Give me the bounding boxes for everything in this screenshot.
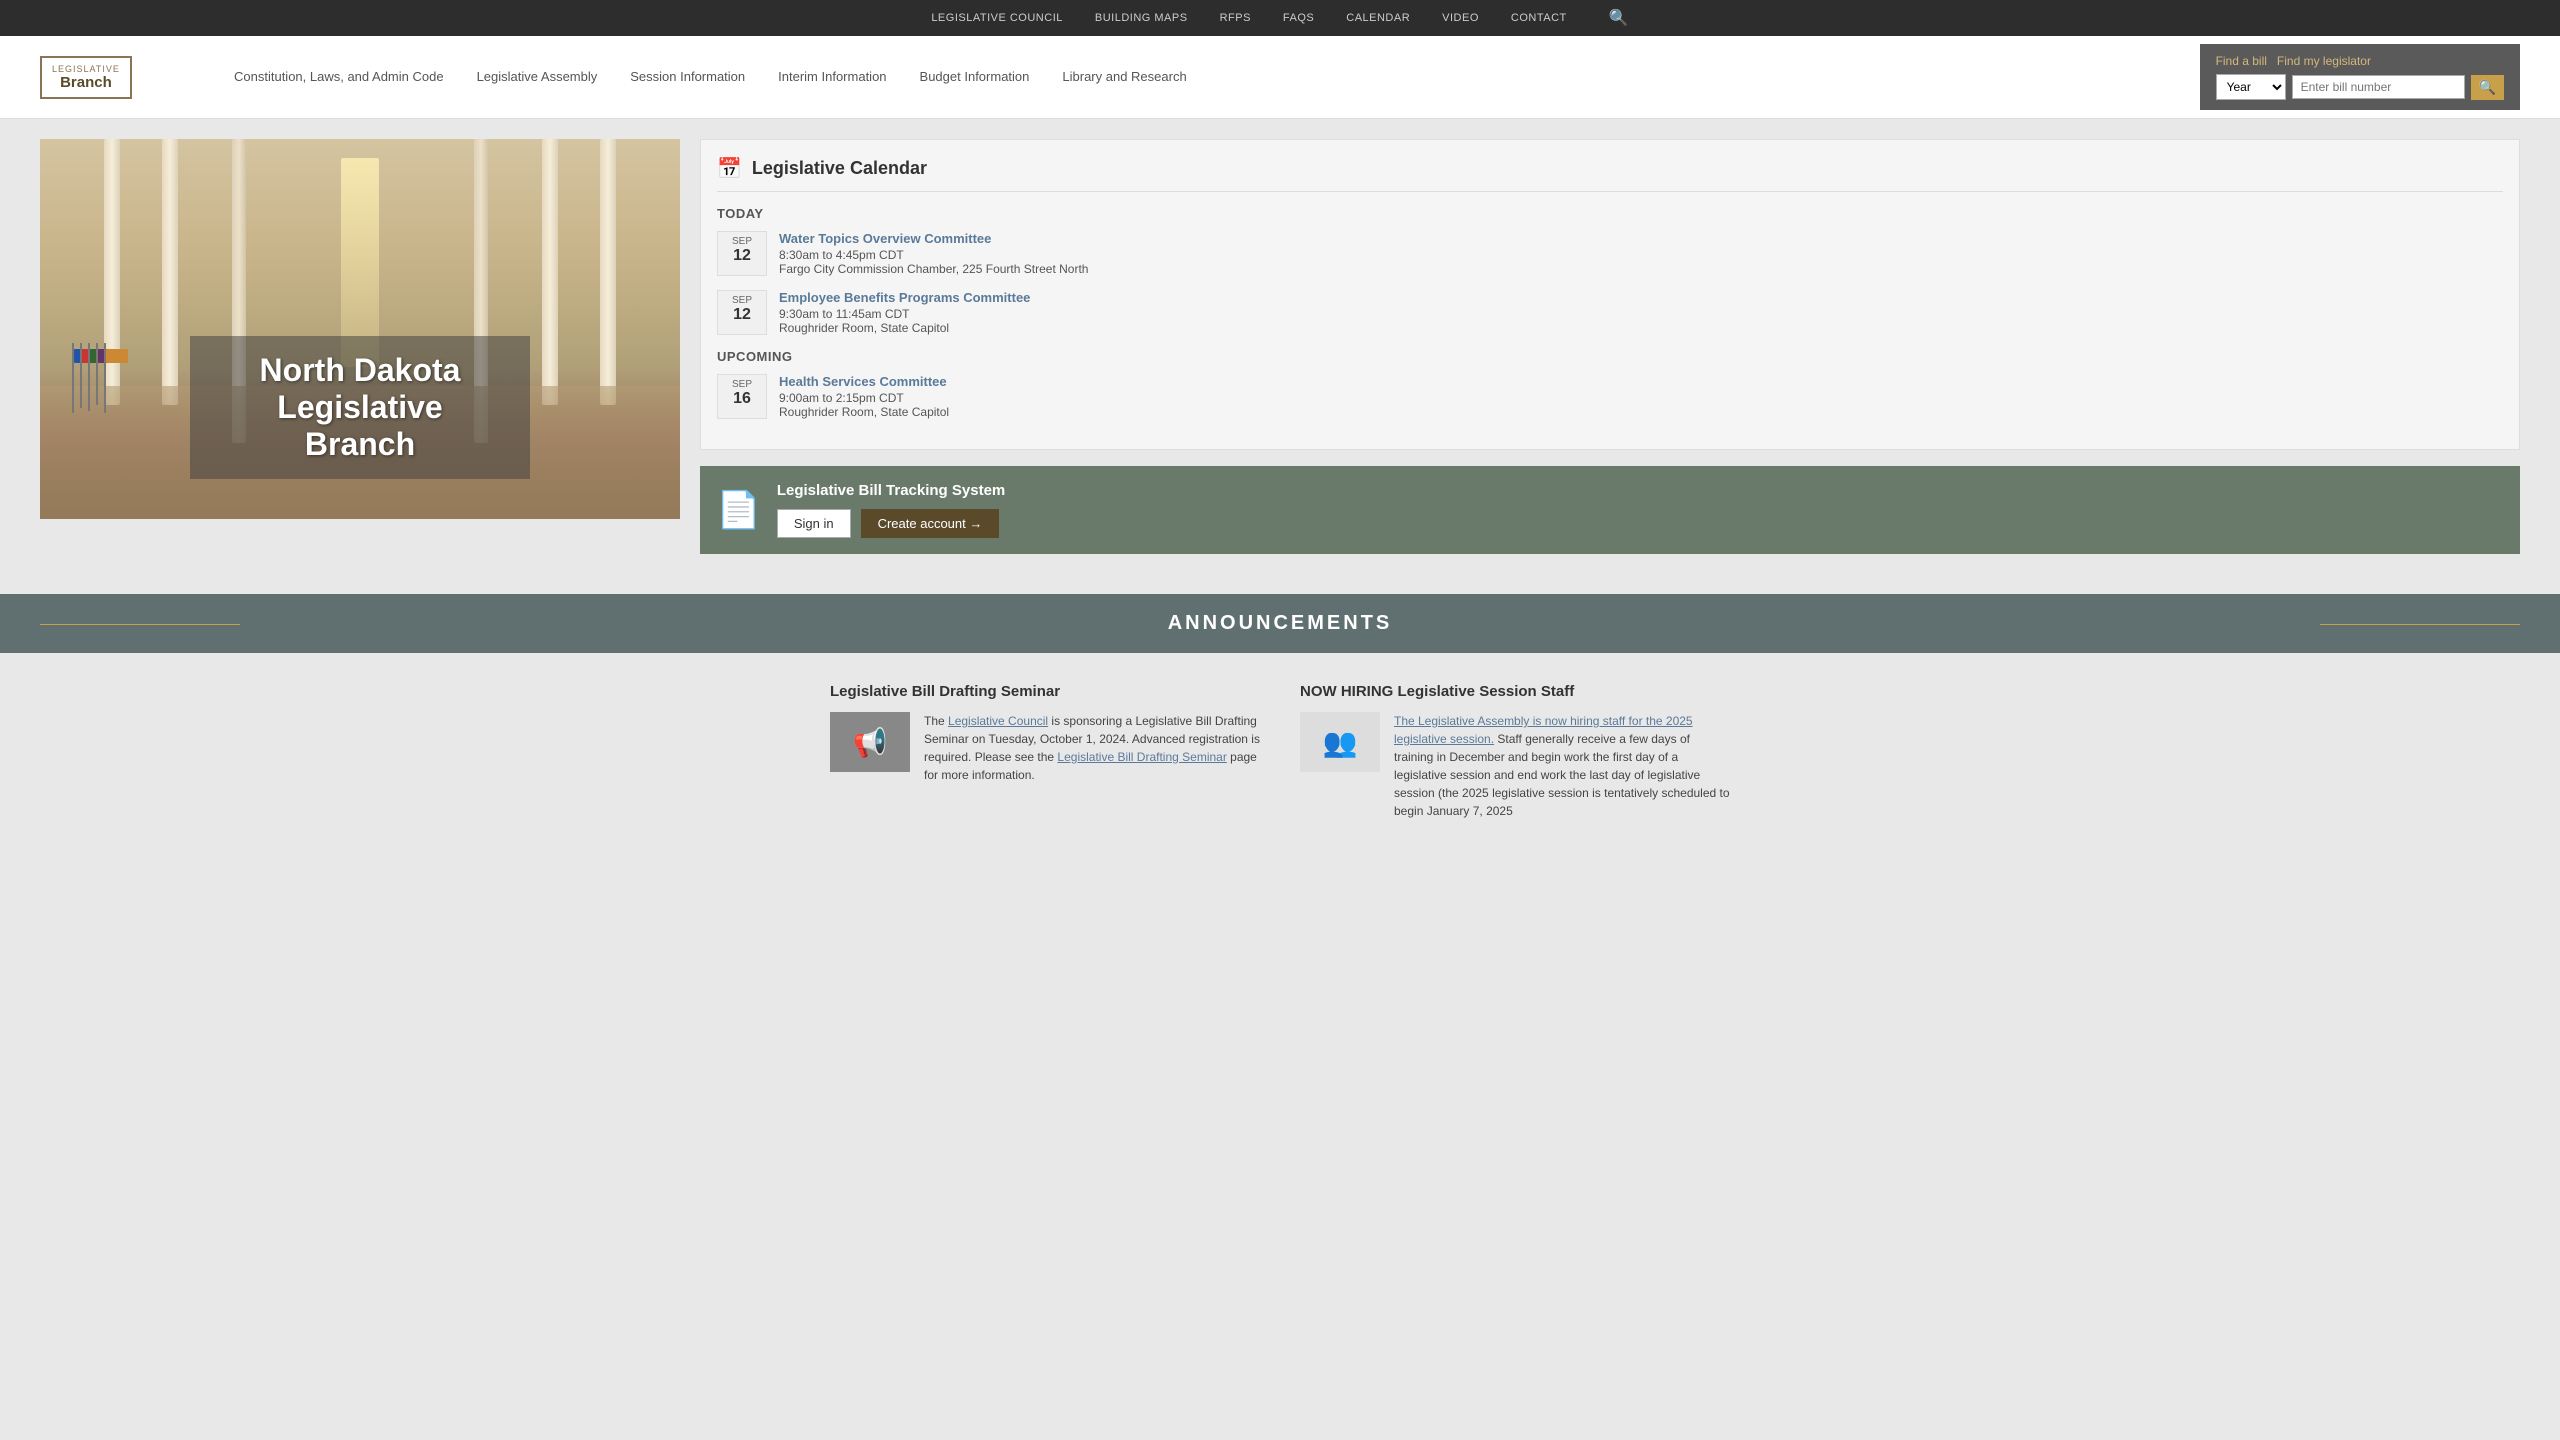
bill-tracking-buttons: Sign in Create account → <box>777 509 2504 538</box>
event-details-3: Health Services Committee 9:00am to 2:15… <box>779 374 2503 419</box>
nav-contact[interactable]: CONTACT <box>1511 12 1567 24</box>
hero-area: North Dakota Legislative Branch 📅 Legisl… <box>0 119 2560 574</box>
nav-rfps[interactable]: RFPS <box>1220 12 1251 24</box>
announcement-thumb-2: 👥 <box>1300 712 1380 772</box>
bill-number-input[interactable] <box>2292 75 2465 99</box>
announcement-bill-drafting: Legislative Bill Drafting Seminar 📢 The … <box>830 683 1260 820</box>
today-label: TODAY <box>717 206 2503 221</box>
nav-calendar[interactable]: CALENDAR <box>1346 12 1410 24</box>
find-bill-link[interactable]: Find a bill <box>2216 54 2267 68</box>
logo-brand: Branch <box>60 74 112 91</box>
logo-area[interactable]: Legislative Branch <box>40 56 200 99</box>
announcements-header: ANNOUNCEMENTS <box>0 594 2560 653</box>
event-location-2: Roughrider Room, State Capitol <box>779 321 2503 335</box>
event-month-1: SEP <box>724 236 760 247</box>
main-header: Legislative Branch Constitution, Laws, a… <box>0 36 2560 119</box>
nav-building-maps[interactable]: BUILDING MAPS <box>1095 12 1188 24</box>
year-select[interactable]: Year 2023 2022 2021 2020 <box>2216 74 2286 100</box>
calendar-event-health-services: SEP 16 Health Services Committee 9:00am … <box>717 374 2503 419</box>
announcement-content-1: 📢 The Legislative Council is sponsoring … <box>830 712 1260 784</box>
nav-legislative-assembly[interactable]: Legislative Assembly <box>463 61 612 94</box>
calendar-box: 📅 Legislative Calendar TODAY SEP 12 Wate… <box>700 139 2520 450</box>
nav-faqs[interactable]: FAQS <box>1283 12 1314 24</box>
event-day-1: 12 <box>724 247 760 265</box>
top-navigation: LEGISLATIVE COUNCIL BUILDING MAPS RFPS F… <box>0 0 2560 36</box>
event-date-badge-2: SEP 12 <box>717 290 767 335</box>
announcement-content-2: 👥 The Legislative Assembly is now hiring… <box>1300 712 1730 820</box>
event-details-1: Water Topics Overview Committee 8:30am t… <box>779 231 2503 276</box>
event-title-3[interactable]: Health Services Committee <box>779 374 2503 389</box>
announcements-section: ANNOUNCEMENTS Legislative Bill Drafting … <box>0 574 2560 860</box>
nav-interim-info[interactable]: Interim Information <box>764 61 900 94</box>
logo-box: Legislative Branch <box>40 56 132 99</box>
bill-tracking-title: Legislative Bill Tracking System <box>777 482 2504 499</box>
logo-text: Legislative <box>52 64 120 74</box>
nav-constitution[interactable]: Constitution, Laws, and Admin Code <box>220 61 458 94</box>
megaphone-icon: 📢 <box>853 726 888 759</box>
calendar-event-water-topics: SEP 12 Water Topics Overview Committee 8… <box>717 231 2503 276</box>
event-details-2: Employee Benefits Programs Committee 9:3… <box>779 290 2503 335</box>
event-month-2: SEP <box>724 295 760 306</box>
hero-image: North Dakota Legislative Branch <box>40 139 680 519</box>
calendar-title: 📅 Legislative Calendar <box>717 156 2503 192</box>
event-date-badge-3: SEP 16 <box>717 374 767 419</box>
bill-tracking-info: Legislative Bill Tracking System Sign in… <box>777 482 2504 538</box>
event-day-2: 12 <box>724 306 760 324</box>
hero-line1: North Dakota <box>218 352 502 389</box>
calendar-event-employee-benefits: SEP 12 Employee Benefits Programs Commit… <box>717 290 2503 335</box>
hero-line2: Legislative Branch <box>218 389 502 463</box>
event-month-3: SEP <box>724 379 760 390</box>
bill-search-button[interactable]: 🔍 <box>2471 75 2504 100</box>
nav-video[interactable]: VIDEO <box>1442 12 1479 24</box>
people-icon: 👥 <box>1323 726 1358 759</box>
signin-button[interactable]: Sign in <box>777 509 851 538</box>
event-location-1: Fargo City Commission Chamber, 225 Fourt… <box>779 262 2503 276</box>
main-navigation: Constitution, Laws, and Admin Code Legis… <box>220 61 2200 94</box>
event-location-3: Roughrider Room, State Capitol <box>779 405 2503 419</box>
find-legislator-link[interactable]: Find my legislator <box>2277 54 2371 68</box>
event-time-3: 9:00am to 2:15pm CDT <box>779 391 2503 405</box>
announcements-grid: Legislative Bill Drafting Seminar 📢 The … <box>830 683 1730 820</box>
bill-drafting-seminar-link[interactable]: Legislative Bill Drafting Seminar <box>1057 750 1226 764</box>
legislative-council-link[interactable]: Legislative Council <box>948 714 1048 728</box>
event-title-1[interactable]: Water Topics Overview Committee <box>779 231 2503 246</box>
announcement-thumb-1: 📢 <box>830 712 910 772</box>
event-title-2[interactable]: Employee Benefits Programs Committee <box>779 290 2503 305</box>
bill-tracking-box: 📄 Legislative Bill Tracking System Sign … <box>700 466 2520 554</box>
announcement-text-1: The Legislative Council is sponsoring a … <box>924 712 1260 784</box>
announcement-text-2: The Legislative Assembly is now hiring s… <box>1394 712 1730 820</box>
find-bill-panel: Find a bill Find my legislator Year 2023… <box>2200 44 2520 110</box>
upcoming-label: UPCOMING <box>717 349 2503 364</box>
calendar-sidebar: 📅 Legislative Calendar TODAY SEP 12 Wate… <box>700 139 2520 554</box>
nav-legislative-council[interactable]: LEGISLATIVE COUNCIL <box>931 12 1063 24</box>
event-time-1: 8:30am to 4:45pm CDT <box>779 248 2503 262</box>
calendar-icon: 📅 <box>717 156 742 181</box>
search-icon[interactable]: 🔍 <box>1609 8 1629 28</box>
announcement-title-2: NOW HIRING Legislative Session Staff <box>1300 683 1730 700</box>
nav-budget-info[interactable]: Budget Information <box>906 61 1044 94</box>
hero-text-overlay: North Dakota Legislative Branch <box>190 336 530 479</box>
document-icon: 📄 <box>716 489 761 531</box>
nav-library-research[interactable]: Library and Research <box>1048 61 1200 94</box>
create-account-button[interactable]: Create account → <box>861 509 1000 538</box>
event-day-3: 16 <box>724 390 760 408</box>
announcement-title-1: Legislative Bill Drafting Seminar <box>830 683 1260 700</box>
event-time-2: 9:30am to 11:45am CDT <box>779 307 2503 321</box>
nav-session-info[interactable]: Session Information <box>616 61 759 94</box>
announcement-hiring: NOW HIRING Legislative Session Staff 👥 T… <box>1300 683 1730 820</box>
event-date-badge-1: SEP 12 <box>717 231 767 276</box>
announcements-title: ANNOUNCEMENTS <box>1168 612 1393 634</box>
